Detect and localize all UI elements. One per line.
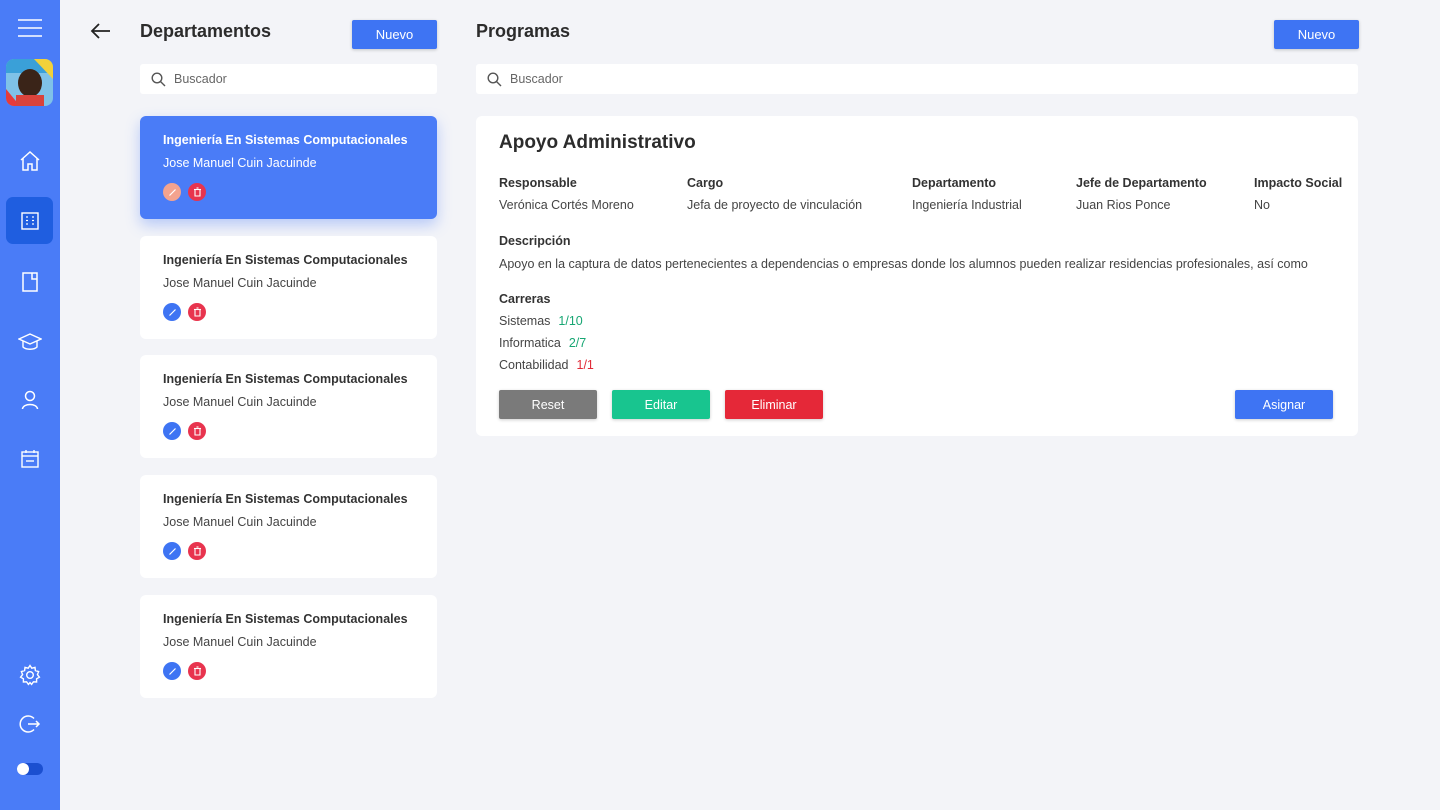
logout-icon[interactable] — [14, 708, 46, 740]
program-search-input[interactable] — [510, 72, 1207, 86]
career-name: Informatica — [499, 336, 561, 350]
edit-pencil-icon[interactable] — [163, 542, 181, 560]
document-icon[interactable] — [14, 266, 46, 298]
new-program-button[interactable]: Nuevo — [1274, 20, 1359, 49]
edit-button[interactable]: Editar — [612, 390, 710, 419]
gear-icon[interactable] — [14, 659, 46, 691]
departments-title: Departamentos — [140, 21, 272, 41]
avatar[interactable] — [6, 59, 53, 106]
delete-trash-icon[interactable] — [188, 542, 206, 560]
building-icon[interactable] — [14, 205, 46, 237]
career-ratio: 2/7 — [568, 336, 587, 350]
department-card[interactable]: Ingeniería En Sistemas Computacionales J… — [140, 116, 437, 219]
department-card[interactable]: Ingeniería En Sistemas Computacionales J… — [140, 355, 437, 458]
new-department-button[interactable]: Nuevo — [352, 20, 437, 49]
career-ratio: 1/10 — [558, 314, 583, 328]
department-head: Jose Manuel Cuin Jacuinde — [163, 156, 317, 170]
field-label-impacto: Impacto Social — [1254, 176, 1343, 190]
field-label-cargo: Cargo — [687, 176, 724, 190]
reset-button[interactable]: Reset — [499, 390, 597, 419]
department-search-input[interactable] — [174, 72, 403, 86]
field-value-responsable: Verónica Cortés Moreno — [499, 198, 634, 212]
department-head: Jose Manuel Cuin Jacuinde — [163, 395, 317, 409]
description-text: Apoyo en la captura de datos pertenecien… — [499, 257, 1308, 271]
program-name: Apoyo Administrativo — [499, 132, 696, 153]
field-value-departamento: Ingeniería Industrial — [912, 198, 1022, 212]
edit-pencil-icon[interactable] — [163, 303, 181, 321]
home-icon[interactable] — [14, 145, 46, 177]
career-row: Contabilidad 1/1 — [499, 358, 594, 372]
back-arrow-icon[interactable] — [90, 20, 112, 42]
careers-label: Carreras — [499, 292, 551, 306]
department-name: Ingeniería En Sistemas Computacionales — [163, 612, 408, 626]
department-card[interactable]: Ingeniería En Sistemas Computacionales J… — [140, 475, 437, 578]
delete-trash-icon[interactable] — [188, 183, 206, 201]
field-value-cargo: Jefa de proyecto de vinculación — [687, 198, 863, 212]
program-search — [476, 64, 1358, 94]
department-head: Jose Manuel Cuin Jacuinde — [163, 515, 317, 529]
career-ratio: 1/1 — [576, 358, 594, 372]
programs-title: Programas — [476, 21, 571, 41]
career-row: Informatica 2/7 — [499, 336, 586, 350]
description-label: Descripción — [499, 234, 571, 248]
department-card[interactable]: Ingeniería En Sistemas Computacionales J… — [140, 595, 437, 698]
graduation-cap-icon[interactable] — [14, 326, 46, 358]
field-label-jefe: Jefe de Departamento — [1076, 176, 1207, 190]
user-icon[interactable] — [14, 384, 46, 416]
delete-button[interactable]: Eliminar — [725, 390, 823, 419]
department-name: Ingeniería En Sistemas Computacionales — [163, 133, 408, 147]
edit-pencil-icon[interactable] — [163, 662, 181, 680]
field-value-jefe: Juan Rios Ponce — [1076, 198, 1171, 212]
edit-pencil-icon[interactable] — [163, 183, 181, 201]
search-icon — [151, 71, 166, 86]
theme-toggle[interactable] — [17, 763, 43, 775]
delete-trash-icon[interactable] — [188, 422, 206, 440]
career-row: Sistemas 1/10 — [499, 314, 583, 328]
calendar-icon[interactable] — [14, 443, 46, 475]
delete-trash-icon[interactable] — [188, 303, 206, 321]
department-name: Ingeniería En Sistemas Computacionales — [163, 492, 408, 506]
career-name: Sistemas — [499, 314, 551, 328]
edit-pencil-icon[interactable] — [163, 422, 181, 440]
field-label-responsable: Responsable — [499, 176, 577, 190]
department-head: Jose Manuel Cuin Jacuinde — [163, 635, 317, 649]
field-value-impacto: No — [1254, 198, 1270, 212]
search-icon — [487, 71, 502, 86]
program-detail-panel: Apoyo Administrativo Responsable Verónic… — [476, 116, 1358, 436]
menu-icon[interactable] — [14, 12, 46, 44]
department-name: Ingeniería En Sistemas Computacionales — [163, 253, 408, 267]
delete-trash-icon[interactable] — [188, 662, 206, 680]
department-card[interactable]: Ingeniería En Sistemas Computacionales J… — [140, 236, 437, 339]
career-name: Contabilidad — [499, 358, 569, 372]
department-head: Jose Manuel Cuin Jacuinde — [163, 276, 317, 290]
field-label-departamento: Departamento — [912, 176, 997, 190]
sidebar — [0, 0, 60, 810]
department-search — [140, 64, 437, 94]
department-name: Ingeniería En Sistemas Computacionales — [163, 372, 408, 386]
assign-button[interactable]: Asignar — [1235, 390, 1333, 419]
